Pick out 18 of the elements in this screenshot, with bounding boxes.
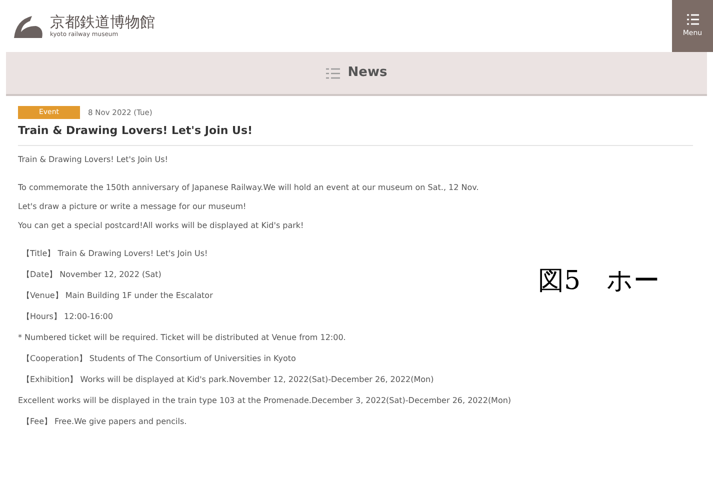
article-title: Train & Drawing Lovers! Let's Join Us! (18, 122, 693, 146)
list-icon (326, 68, 340, 78)
paragraph-line: To commemorate the 150th anniversary of Japanese Railway.We will hold an event at our museum on Sat., 12 Nov. (18, 182, 479, 193)
detail-line: 【Fee】 Free.We give papers and pencils. (21, 416, 187, 428)
paragraph-line: You can get a special postcard!All works will be displayed at Kid's park! (18, 220, 304, 231)
note-line: Excellent works will be displayed in the train type 103 at the Promenade.December 3, 2022(Sat)-December 26, 2022(Mon) (18, 395, 512, 407)
section-title: News (348, 64, 388, 82)
detail-line: 【Hours】 12:00-16:00 (21, 311, 113, 323)
note-line: * Numbered ticket will be required. Ticket will be distributed at Venue from 12:00. (18, 332, 346, 344)
menu-icon (686, 13, 700, 26)
detail-line: 【Exhibition】 Works will be displayed at Kid's park.November 12, 2022(Sat)-December 26, 2022(Mon) (21, 374, 434, 386)
detail-line: 【Venue】 Main Building 1F under the Escalator (21, 290, 213, 302)
logo-title: 京都鉄道博物館 (50, 13, 155, 31)
detail-line: 【Cooperation】 Students of The Consortium of Universities in Kyoto (21, 353, 296, 365)
detail-line: 【Title】 Train & Drawing Lovers! Let's Join Us! (21, 248, 208, 260)
detail-line: 【Date】 November 12, 2022 (Sat) (21, 269, 162, 281)
paragraph-line: Let's draw a picture or write a message for our museum! (18, 201, 246, 212)
intro-text: Train & Drawing Lovers! Let's Join Us! (18, 154, 170, 166)
